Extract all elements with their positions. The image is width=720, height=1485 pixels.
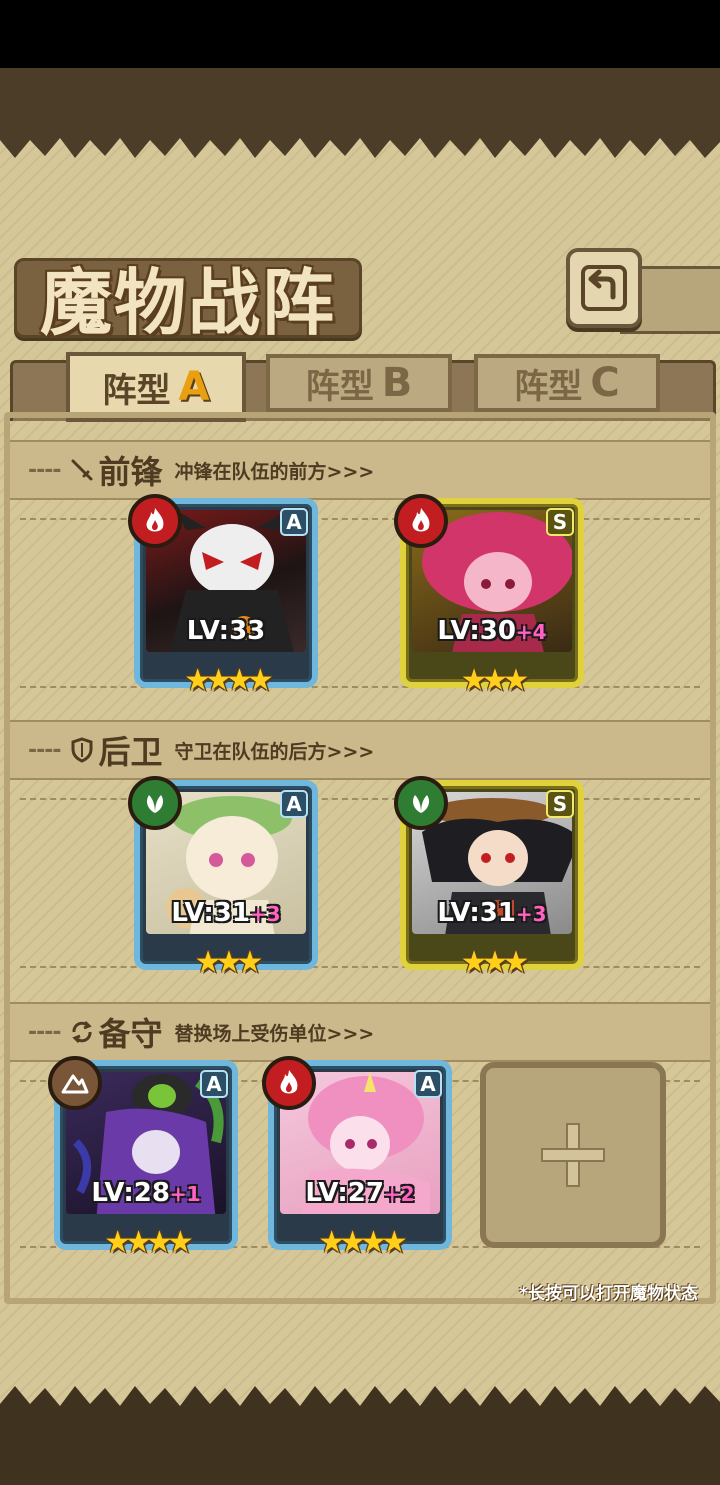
leaf-element-icon xyxy=(394,776,448,830)
fire-element-icon xyxy=(262,1056,316,1110)
star-rating: ★★★★ xyxy=(184,663,274,698)
section-title: 前锋 xyxy=(98,453,163,491)
section-dash: ---- xyxy=(28,737,62,763)
level-bonus: +3 xyxy=(249,902,281,926)
section-desc: 冲锋在队伍的前方>>> xyxy=(174,460,375,483)
rank-badge: S xyxy=(546,790,574,818)
monster-level: LV:27+2 xyxy=(274,1178,446,1208)
rank-badge: A xyxy=(280,790,308,818)
star-rating: ★★★ xyxy=(194,945,264,980)
row-divider xyxy=(20,798,700,800)
level-text: LV:33 xyxy=(186,616,266,646)
section-title: 备守 xyxy=(98,1015,163,1053)
monster-level: LV:28+1 xyxy=(60,1178,232,1208)
monster-level: LV:30+4 xyxy=(406,616,578,646)
tab-label: 阵型 xyxy=(514,366,583,407)
fire-element-icon xyxy=(128,494,182,548)
level-text: LV:31 xyxy=(437,898,516,928)
monster-level: LV:33 xyxy=(140,616,312,646)
section-title: 后卫 xyxy=(98,733,163,771)
back-arrow-icon xyxy=(581,265,627,311)
row-divider xyxy=(20,518,700,520)
leaf-element-icon xyxy=(128,776,182,830)
star-rating: ★★★ xyxy=(460,663,530,698)
plus-icon xyxy=(541,1123,605,1187)
tab-formation-b[interactable]: 阵型 B xyxy=(266,354,452,412)
tab-formation-c[interactable]: 阵型 C xyxy=(474,354,660,412)
level-bonus: +1 xyxy=(169,1182,201,1206)
star-rating: ★★★★ xyxy=(318,1225,408,1260)
rank-badge: A xyxy=(280,508,308,536)
monster-card-reserve-1[interactable]: A LV:28+1 ★★★★ xyxy=(48,1056,238,1258)
level-text: LV:27 xyxy=(305,1178,384,1208)
section-desc: 守卫在队伍的后方>>> xyxy=(174,740,375,763)
monster-card-vanguard-2[interactable]: S LV:30+4 ★★★ xyxy=(394,494,584,696)
rank-badge: A xyxy=(200,1070,228,1098)
empty-slot-add-button[interactable] xyxy=(480,1062,666,1248)
swap-icon xyxy=(69,1019,95,1045)
fire-element-icon xyxy=(394,494,448,548)
zigzag-bottom-edge xyxy=(0,1386,720,1414)
long-press-hint: *长按可以打开魔物状态 xyxy=(519,1284,698,1304)
tab-label: 阵型 xyxy=(305,366,374,407)
zigzag-top-edge xyxy=(0,130,720,158)
tab-label: 阵型 xyxy=(102,370,171,411)
bottom-band xyxy=(0,1410,720,1485)
section-rearguard-header: ---- 后卫 守卫在队伍的后方>>> xyxy=(10,720,710,780)
monster-card-rearguard-2[interactable]: S LV:31+3 ★★★ xyxy=(394,776,584,978)
top-band xyxy=(0,68,720,138)
section-vanguard-header: ---- 前锋 冲锋在队伍的前方>>> xyxy=(10,440,710,500)
monster-level: LV:31+3 xyxy=(406,898,578,928)
level-text: LV:31 xyxy=(171,898,250,928)
row-divider xyxy=(20,966,700,968)
monster-card-vanguard-1[interactable]: A LV:33 ★★★★ xyxy=(128,494,318,696)
level-text: LV:28 xyxy=(91,1178,170,1208)
tab-letter: C xyxy=(590,360,620,406)
page-title: 魔物战阵 xyxy=(40,260,337,345)
level-bonus: +3 xyxy=(515,902,547,926)
star-rating: ★★★★ xyxy=(104,1225,194,1260)
tab-letter: B xyxy=(381,360,413,406)
status-bar xyxy=(0,0,720,68)
rank-badge: A xyxy=(414,1070,442,1098)
section-dash: ---- xyxy=(28,457,62,483)
star-rating: ★★★ xyxy=(460,945,530,980)
sword-icon xyxy=(69,457,95,483)
monster-level: LV:31+3 xyxy=(140,898,312,928)
tab-letter: A xyxy=(178,364,210,410)
section-desc: 替换场上受伤单位>>> xyxy=(174,1022,375,1045)
rank-badge: S xyxy=(546,508,574,536)
earth-element-icon xyxy=(48,1056,102,1110)
level-bonus: +2 xyxy=(383,1182,415,1206)
monster-card-rearguard-1[interactable]: A LV:31+3 ★★★ xyxy=(128,776,318,978)
back-button[interactable] xyxy=(566,248,642,328)
section-reserve-header: ---- 备守 替换场上受伤单位>>> xyxy=(10,1002,710,1062)
shield-icon xyxy=(69,737,95,763)
section-dash: ---- xyxy=(28,1019,62,1045)
level-bonus: +4 xyxy=(515,620,547,644)
row-divider xyxy=(20,686,700,688)
monster-card-reserve-2[interactable]: A LV:27+2 ★★★★ xyxy=(262,1056,452,1258)
level-text: LV:30 xyxy=(437,616,516,646)
